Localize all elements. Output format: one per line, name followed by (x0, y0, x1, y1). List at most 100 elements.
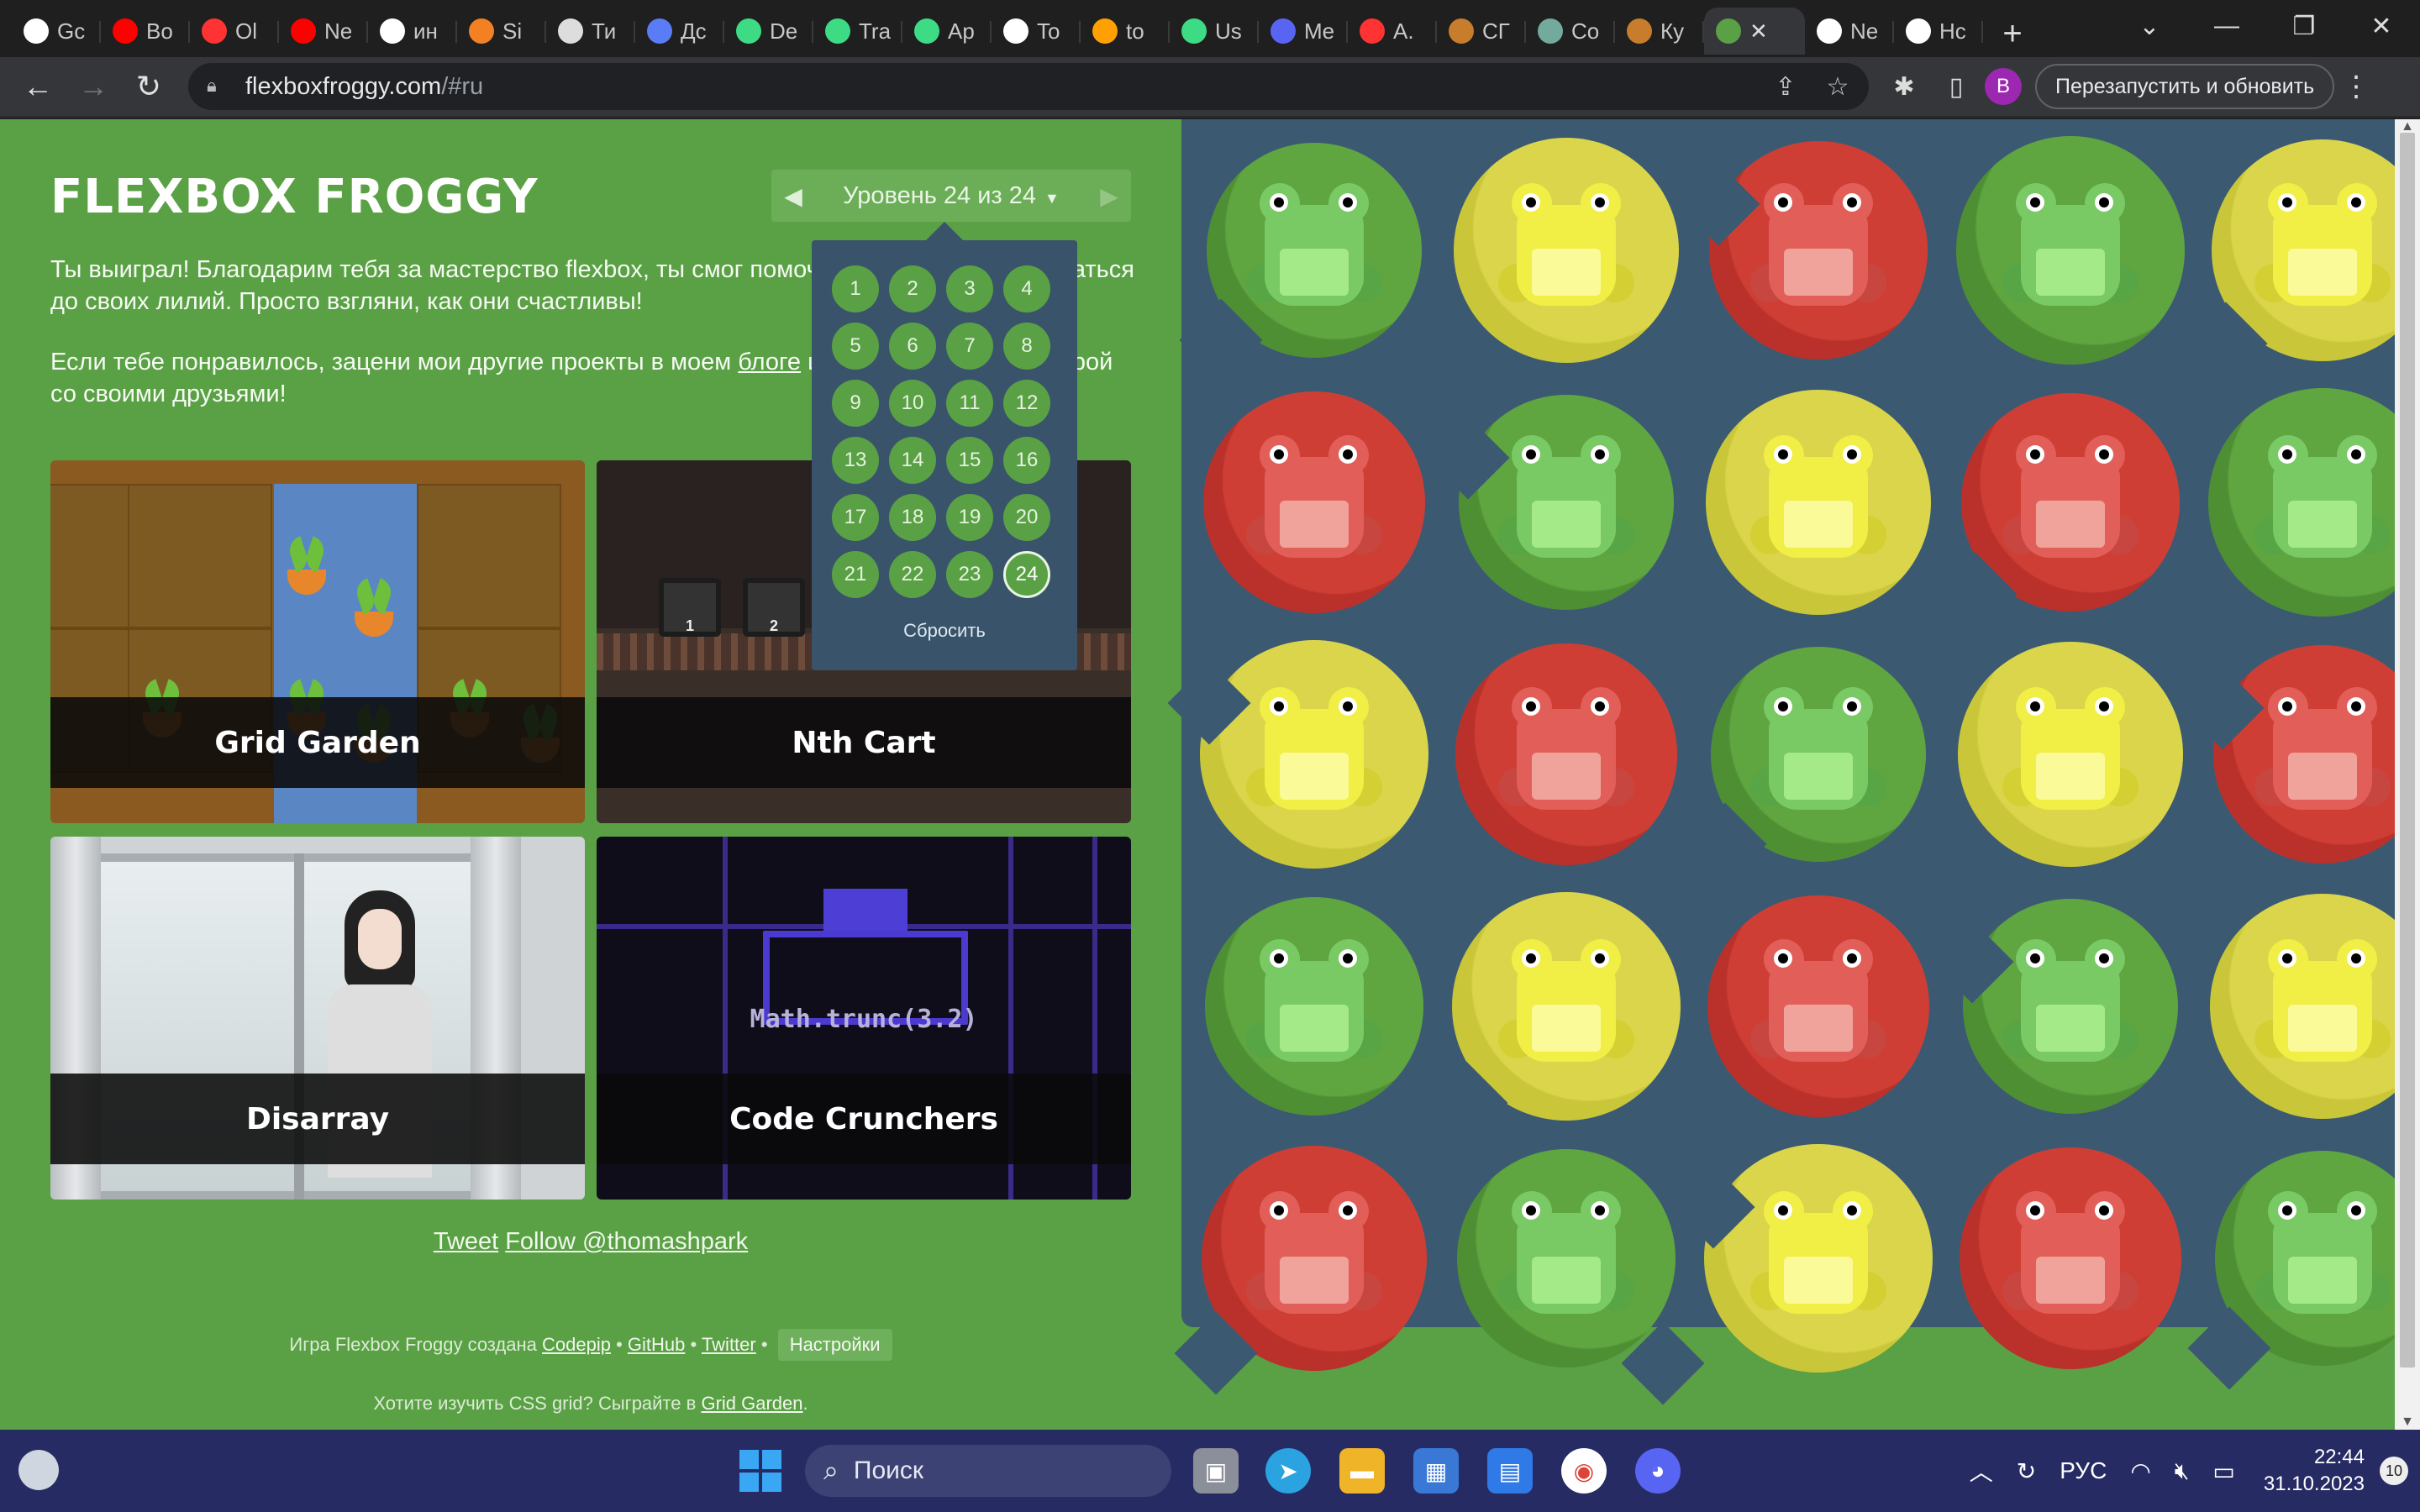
code-crunchers-card[interactable]: Math.trunc(3.2) Code Crunchers (597, 837, 1131, 1200)
volume-muted-icon[interactable]: 🔇︎ (2175, 1457, 2190, 1485)
reload-button[interactable]: ↻ (121, 59, 176, 114)
grid-garden-card[interactable]: Grid Garden (50, 460, 585, 823)
browser-tab[interactable]: Si (457, 8, 546, 55)
level-button[interactable]: 18 (889, 494, 936, 541)
level-button[interactable]: 20 (1003, 494, 1050, 541)
level-button[interactable]: 11 (946, 380, 993, 427)
next-level-button[interactable]: ▶ (1087, 170, 1131, 222)
tab-search-icon[interactable]: ⌄ (2111, 0, 2188, 52)
wifi-icon[interactable]: ◠ (2130, 1457, 2150, 1485)
reset-button[interactable]: Сбросить (812, 620, 1077, 642)
weather-icon[interactable] (18, 1450, 59, 1490)
start-button[interactable] (739, 1450, 781, 1492)
level-button[interactable]: 5 (832, 323, 879, 370)
level-button[interactable]: 6 (889, 323, 936, 370)
settings-button[interactable]: Настройки (777, 1329, 892, 1361)
level-button[interactable]: 13 (832, 437, 879, 484)
back-button[interactable]: ← (10, 59, 66, 114)
notification-count-badge[interactable]: 10 (2380, 1457, 2408, 1485)
bookmark-star-icon[interactable]: ☆ (1815, 72, 1860, 102)
browser-tab[interactable]: Ap (902, 8, 992, 55)
minimize-button[interactable]: — (2188, 0, 2265, 52)
profile-avatar[interactable]: B (1985, 68, 2022, 105)
task-view-icon[interactable]: ▣ (1193, 1448, 1239, 1494)
close-window-button[interactable]: ✕ (2343, 0, 2420, 52)
level-button[interactable]: 10 (889, 380, 936, 427)
chrome-icon[interactable]: ◉ (1561, 1448, 1607, 1494)
browser-tab[interactable]: Us (1170, 8, 1259, 55)
blog-link[interactable]: блоге (738, 349, 801, 375)
language-indicator[interactable]: РУС (2060, 1457, 2107, 1484)
side-panel-icon[interactable]: ▯ (1933, 63, 1980, 110)
level-button[interactable]: 8 (1003, 323, 1050, 370)
level-button[interactable]: 19 (946, 494, 993, 541)
browser-tab[interactable]: Ne (279, 8, 368, 55)
share-icon[interactable]: ⇪ (1763, 72, 1808, 102)
browser-tab[interactable]: Ne (1805, 8, 1894, 55)
relaunch-update-button[interactable]: Перезапустить и обновить (2035, 64, 2335, 109)
browser-tab[interactable]: Me (1259, 8, 1348, 55)
github-link[interactable]: GitHub (628, 1334, 685, 1355)
sync-icon[interactable]: ↻ (2017, 1457, 2036, 1485)
disarray-card[interactable]: Disarray (50, 837, 585, 1200)
restore-button[interactable]: ❐ (2265, 0, 2343, 52)
level-indicator[interactable]: Уровень 24 из 24 ▼ (815, 182, 1087, 210)
battery-icon[interactable]: ▭ (2212, 1457, 2234, 1485)
level-button[interactable]: 24 (1003, 551, 1050, 598)
level-button[interactable]: 1 (832, 265, 879, 312)
page-scrollbar[interactable]: ▲ ▼ (2395, 119, 2420, 1430)
browser-tab[interactable]: Ку (1615, 8, 1704, 55)
browser-tab[interactable]: Bo (101, 8, 190, 55)
previous-level-button[interactable]: ◀ (771, 170, 815, 222)
browser-tab[interactable]: To (992, 8, 1081, 55)
taskbar-search[interactable]: ⌕ Поиск (805, 1445, 1171, 1497)
store-icon[interactable]: ▦ (1413, 1448, 1459, 1494)
level-button[interactable]: 23 (946, 551, 993, 598)
tweet-link[interactable]: Tweet (434, 1228, 498, 1255)
cart-icon: 2 (743, 578, 805, 637)
browser-tab[interactable]: Co (1526, 8, 1615, 55)
close-tab-icon[interactable]: ✕ (1749, 18, 1768, 45)
browser-tab[interactable]: ин (368, 8, 457, 55)
level-button[interactable]: 4 (1003, 265, 1050, 312)
level-button[interactable]: 7 (946, 323, 993, 370)
codepip-link[interactable]: Codepip (542, 1334, 611, 1355)
browser-tab[interactable]: A. (1348, 8, 1437, 55)
level-button[interactable]: 14 (889, 437, 936, 484)
twitter-link[interactable]: Twitter (702, 1334, 756, 1355)
browser-tab[interactable]: СГ (1437, 8, 1526, 55)
browser-tab[interactable]: Hc (1894, 8, 1983, 55)
browser-tab[interactable]: Ol (190, 8, 279, 55)
level-button[interactable]: 21 (832, 551, 879, 598)
clock[interactable]: 22:44 31.10.2023 (2264, 1444, 2365, 1498)
scroll-down-icon[interactable]: ▼ (2395, 1415, 2420, 1430)
level-button[interactable]: 22 (889, 551, 936, 598)
scrollbar-thumb[interactable] (2400, 133, 2415, 1368)
level-button[interactable]: 16 (1003, 437, 1050, 484)
extensions-icon[interactable]: ✱ (1881, 63, 1928, 110)
discord-icon[interactable]: ◕ (1635, 1448, 1681, 1494)
browser-tab[interactable]: Дс (635, 8, 724, 55)
level-button[interactable]: 9 (832, 380, 879, 427)
level-button[interactable]: 12 (1003, 380, 1050, 427)
browser-tab[interactable]: Ти (546, 8, 635, 55)
browser-tab[interactable]: to (1081, 8, 1170, 55)
level-button[interactable]: 2 (889, 265, 936, 312)
menu-kebab-icon[interactable]: ⋮ (2339, 70, 2373, 103)
follow-link[interactable]: Follow @thomashpark (505, 1228, 748, 1255)
forward-button[interactable]: → (66, 59, 121, 114)
address-bar[interactable]: 🔒︎ flexboxfroggy.com/#ru ⇪ ☆ (188, 63, 1869, 110)
teams-icon[interactable]: ▤ (1487, 1448, 1533, 1494)
level-button[interactable]: 15 (946, 437, 993, 484)
telegram-icon[interactable]: ➤ (1265, 1448, 1311, 1494)
browser-tab[interactable]: De (724, 8, 813, 55)
new-tab-button[interactable]: + (1983, 10, 2042, 57)
browser-tab[interactable]: ✕ (1704, 8, 1805, 55)
level-button[interactable]: 17 (832, 494, 879, 541)
level-button[interactable]: 3 (946, 265, 993, 312)
browser-tab[interactable]: Tra (813, 8, 902, 55)
file-explorer-icon[interactable]: ▬ (1339, 1448, 1385, 1494)
browser-tab[interactable]: Gc (12, 8, 101, 55)
chevron-up-icon[interactable]: ︿ (1970, 1454, 1993, 1488)
grid-garden-link[interactable]: Grid Garden (701, 1393, 802, 1414)
